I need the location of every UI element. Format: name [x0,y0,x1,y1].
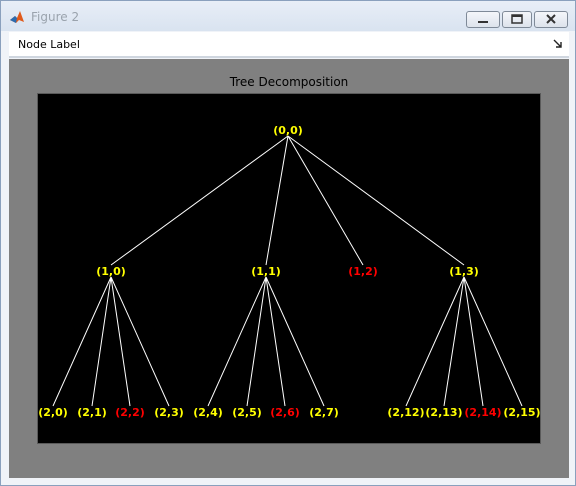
tree-node-label[interactable]: (2,12) [387,406,424,419]
figure-background: Tree Decomposition (0,0) (1,0) (1,1) (1,2)(… [9,59,569,478]
tree-edge [110,276,170,407]
title-bar[interactable]: Figure 2 [1,1,575,31]
tree-edge [463,276,523,407]
tree-node-label[interactable]: (2,14) [464,406,501,419]
tree-node-label[interactable]: (2,1) [77,406,107,419]
tree-edge [110,276,131,407]
tree-node-label[interactable]: (1,1) [251,265,281,278]
tree-node-label[interactable]: (2,5) [232,406,262,419]
tree-plot: (0,0) (1,0) (1,1) (1,2) (1,3) (2,0) (2,1) (2,2)… [38,124,540,419]
tree-node-label[interactable]: (2,6) [270,406,300,419]
tree-edge [110,135,289,266]
plot-title: Tree Decomposition [229,75,349,89]
tree-node-label[interactable]: (2,7) [309,406,339,419]
minimize-icon [478,21,488,23]
tree-node-label[interactable]: (2,13) [425,406,462,419]
matlab-icon [10,11,24,23]
tree-node-label[interactable]: (1,0) [96,265,126,278]
tree-edge [246,276,267,407]
tree-edge [207,276,267,407]
tree-edge [52,276,112,407]
tree-edge [443,276,465,407]
tree-node-label[interactable]: (1,3) [449,265,479,278]
close-button[interactable] [534,11,568,28]
plot-axes: (0,0) (1,0) (1,1) (1,2) (1,3) (2,0) (2,1) (2,2)… [37,93,541,444]
menu-node-label[interactable]: Node Label [18,38,80,51]
tree-edge [405,276,465,407]
tree-node-label[interactable]: (2,0) [38,406,68,419]
maximize-button[interactable] [502,11,532,28]
tree-edge [91,276,112,407]
maximize-icon [511,14,523,24]
menu-separator [9,56,569,58]
tree-edge [287,135,364,266]
minimize-button[interactable] [466,11,500,28]
tree-edge [265,276,325,407]
tree-node-label[interactable]: (2,4) [193,406,223,419]
menu-bar: Node Label [9,32,569,56]
dock-arrow-icon[interactable] [553,39,563,49]
tree-node-label[interactable]: (2,2) [115,406,145,419]
close-icon [546,14,556,24]
tree-edge [265,276,286,407]
tree-edge [287,135,465,266]
tree-node-label[interactable]: (0,0) [273,124,303,137]
tree-node-label[interactable]: (2,3) [154,406,184,419]
tree-node-label[interactable]: (2,15) [503,406,540,419]
tree-edge [265,135,289,266]
tree-edge [463,276,484,407]
tree-node-label[interactable]: (1,2) [348,265,378,278]
window-title: Figure 2 [31,10,80,24]
figure-window: Figure 2 Node Label Tree Decomposition (… [0,0,576,486]
